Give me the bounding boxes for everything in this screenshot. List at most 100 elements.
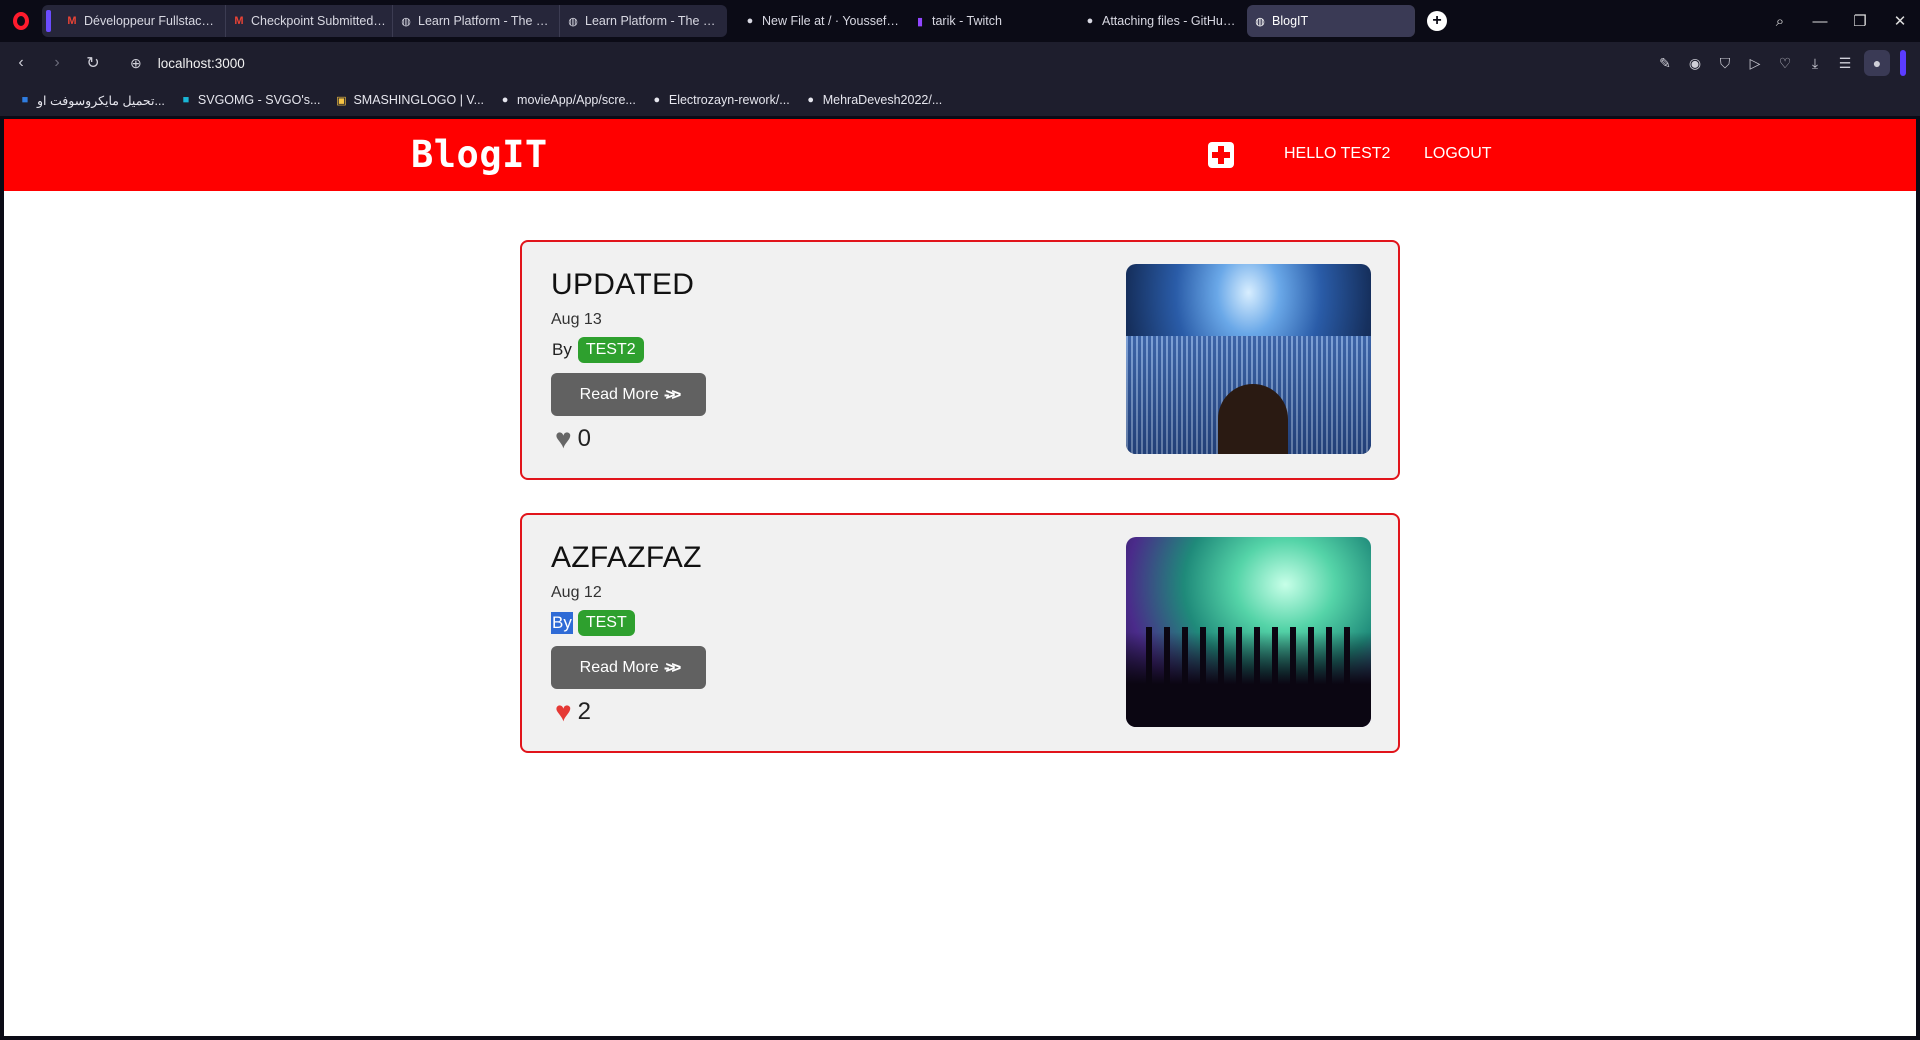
post-title: AZFAZFAZ xyxy=(551,541,702,574)
author-badge[interactable]: TEST xyxy=(577,610,635,636)
post-date: Aug 12 xyxy=(551,584,602,601)
like-count: 0 xyxy=(577,425,591,452)
edit-icon[interactable]: ✎ xyxy=(1650,55,1680,72)
tab-strip: M Développeur Fullstack js - M Checkpoin… xyxy=(0,0,1920,42)
globe-icon: ◍ xyxy=(1255,15,1265,28)
post-card: UPDATED Aug 13 By TEST2 Read More ->> ♥ … xyxy=(520,240,1400,480)
like-section: ♥ 2 xyxy=(555,698,591,726)
play-icon[interactable]: ▷ xyxy=(1740,55,1770,72)
globe-icon: ◍ xyxy=(401,15,411,28)
site-info-icon[interactable]: ⊕ xyxy=(130,55,142,72)
tab-label: tarik - Twitch xyxy=(932,14,1002,28)
read-more-button[interactable]: Read More ->> xyxy=(551,646,706,689)
tab-checkpoint-submitted[interactable]: M Checkpoint Submitted - G xyxy=(226,5,393,37)
bookmark-label: Electrozayn-rework/... xyxy=(668,93,790,107)
tab-label: BlogIT xyxy=(1272,14,1309,28)
download-icon[interactable]: ⤓ xyxy=(1800,55,1830,72)
heart-icon[interactable]: ♡ xyxy=(1770,55,1800,72)
bookmark-svgomg[interactable]: ■ SVGOMG - SVGO's... xyxy=(179,93,321,107)
user-greeting[interactable]: HELLO TEST2 xyxy=(1284,145,1390,163)
read-more-label: Read More xyxy=(579,658,659,676)
brand-logo[interactable]: BlogIT xyxy=(411,133,548,176)
tab-developpeur-fullstack[interactable]: M Développeur Fullstack js - xyxy=(59,5,226,37)
bookmark-smashinglogo[interactable]: ▣ SMASHINGLOGO | V... xyxy=(334,93,484,107)
add-post-icon[interactable] xyxy=(1208,142,1234,168)
tab-blogit-active[interactable]: ◍ BlogIT xyxy=(1247,5,1415,37)
new-tab-button[interactable]: + xyxy=(1427,11,1447,31)
image-raised-hands xyxy=(1126,627,1371,727)
shield-icon[interactable]: ⛉ xyxy=(1710,55,1740,72)
github-icon: ● xyxy=(653,94,661,106)
like-count: 2 xyxy=(577,698,591,725)
close-icon[interactable]: ✕ xyxy=(1880,12,1920,30)
search-tabs-icon[interactable]: ⌕ xyxy=(1760,13,1800,30)
tab-new-file[interactable]: ● New File at / · YoussefRs/ xyxy=(737,5,907,37)
opera-logo-icon[interactable] xyxy=(0,0,42,42)
github-icon: ● xyxy=(746,15,754,27)
tab-label: Checkpoint Submitted - G xyxy=(251,14,386,28)
tab-label: New File at / · YoussefRs/ xyxy=(762,14,901,28)
like-section: ♥ 0 xyxy=(555,425,591,453)
windows-icon: ■ xyxy=(21,94,29,106)
tab-learn-platform-1[interactable]: ◍ Learn Platform - The GOM xyxy=(393,5,560,37)
tab-label: Attaching files - GitHub D xyxy=(1102,14,1241,28)
address-bar: ‹ › ↻ ⊕ localhost:3000 ✎ ◉ ⛉ ▷ ♡ ⤓ ☰ ● xyxy=(0,42,1920,84)
window-controls: ⌕ — ❐ ✕ xyxy=(1760,0,1920,42)
post-list: UPDATED Aug 13 By TEST2 Read More ->> ♥ … xyxy=(520,240,1400,786)
bookmark-label: MehraDevesh2022/... xyxy=(822,93,943,107)
post-author-row: By TEST xyxy=(551,610,635,636)
profile-icon[interactable]: ● xyxy=(1864,50,1890,76)
bookmark-electrozayn[interactable]: ● Electrozayn-rework/... xyxy=(650,93,790,107)
bookmark-movieapp[interactable]: ● movieApp/App/scre... xyxy=(498,93,636,107)
bookmark-mehradevesh[interactable]: ● MehraDevesh2022/... xyxy=(804,93,943,107)
tab-label: Développeur Fullstack js - xyxy=(84,14,219,28)
by-label: By xyxy=(551,612,573,634)
github-icon: ● xyxy=(1086,15,1094,27)
post-image xyxy=(1126,537,1371,727)
globe-icon: ◍ xyxy=(568,15,578,28)
post-date: Aug 13 xyxy=(551,311,602,328)
browser-window: M Développeur Fullstack js - M Checkpoin… xyxy=(0,0,1920,1040)
twitch-icon: ▮ xyxy=(916,15,924,28)
camera-icon[interactable]: ◉ xyxy=(1680,55,1710,72)
read-more-button[interactable]: Read More ->> xyxy=(551,373,706,416)
github-icon: ● xyxy=(501,94,509,106)
bookmark-label: SMASHINGLOGO | V... xyxy=(353,93,485,107)
tab-learn-platform-2[interactable]: ◍ Learn Platform - The GOM xyxy=(560,5,727,37)
address-bar-tools: ✎ ◉ ⛉ ▷ ♡ ⤓ ☰ ● xyxy=(1650,42,1906,84)
logout-link[interactable]: LOGOUT xyxy=(1424,145,1492,163)
bookmark-label: SVGOMG - SVGO's... xyxy=(197,93,321,107)
bookmarks-bar: ■ تحميل مايكروسوفت او... ■ SVGOMG - SVGO… xyxy=(0,84,1920,116)
forward-icon[interactable]: › xyxy=(42,54,72,72)
bookmark-label: تحميل مايكروسوفت او... xyxy=(37,93,165,108)
tab-label: Learn Platform - The GOM xyxy=(418,14,553,28)
bookmark-label: movieApp/App/scre... xyxy=(517,93,636,107)
github-icon: ● xyxy=(807,94,815,106)
smashinglogo-icon: ▣ xyxy=(336,94,347,107)
tab-attaching-files[interactable]: ● Attaching files - GitHub D xyxy=(1077,5,1247,37)
restore-icon[interactable]: ❐ xyxy=(1840,12,1880,30)
heart-icon[interactable]: ♥ xyxy=(555,425,572,453)
url-field[interactable]: localhost:3000 xyxy=(158,56,245,71)
sidebar-toggle[interactable] xyxy=(1900,50,1906,76)
author-badge[interactable]: TEST2 xyxy=(577,337,644,363)
tab-twitch[interactable]: ▮ tarik - Twitch xyxy=(907,5,1077,37)
svgomg-icon: ■ xyxy=(182,94,190,106)
image-dj-figure xyxy=(1218,384,1288,454)
tab-label: Learn Platform - The GOM xyxy=(585,14,721,28)
app-navbar: BlogIT HELLO TEST2 LOGOUT xyxy=(4,119,1916,191)
read-more-label: Read More xyxy=(579,385,659,403)
back-icon[interactable]: ‹ xyxy=(6,54,36,72)
double-arrow-right-icon: ->> xyxy=(663,384,681,404)
minimize-icon[interactable]: — xyxy=(1800,13,1840,30)
gmail-icon: M xyxy=(234,15,244,27)
easy-setup-icon[interactable]: ☰ xyxy=(1830,55,1860,72)
post-card: AZFAZFAZ Aug 12 By TEST Read More ->> ♥ … xyxy=(520,513,1400,753)
tab-group-indicator[interactable] xyxy=(46,10,51,32)
bookmark-microsoft-office[interactable]: ■ تحميل مايكروسوفت او... xyxy=(18,93,165,108)
reload-icon[interactable]: ↻ xyxy=(78,53,108,73)
tab-group: M Développeur Fullstack js - M Checkpoin… xyxy=(42,5,727,37)
heart-icon[interactable]: ♥ xyxy=(555,698,572,726)
post-author-row: By TEST2 xyxy=(551,337,644,363)
by-label: By xyxy=(552,340,572,359)
